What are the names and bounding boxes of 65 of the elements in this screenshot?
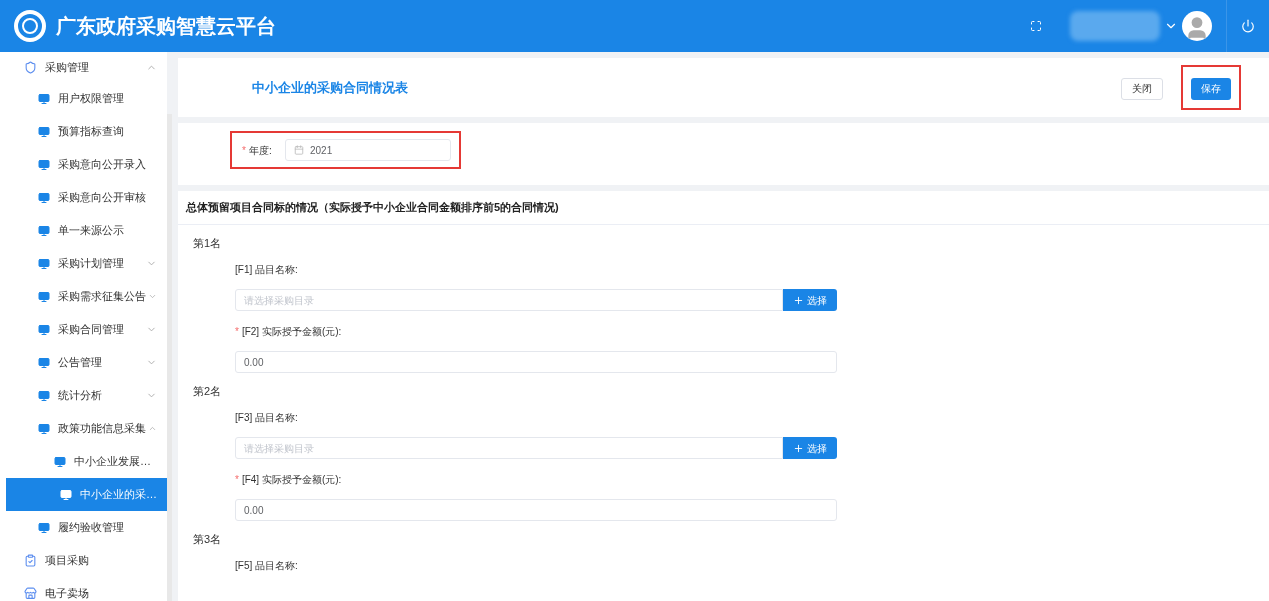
close-button[interactable]: 关闭 [1121, 77, 1163, 100]
sidebar-item[interactable]: 单一来源公示 [0, 214, 167, 247]
monitor-icon [38, 257, 50, 270]
save-button[interactable]: 保存 [1191, 77, 1231, 100]
field-label-text: [F4] 实际授予金额(元): [241, 474, 342, 485]
amount-field[interactable]: 0.00 [235, 499, 837, 521]
monitor-icon [38, 521, 50, 534]
app-title: 广东政府采购智慧云平台 [56, 14, 276, 39]
avatar[interactable] [1182, 11, 1212, 41]
select-button[interactable]: 选择 [783, 437, 837, 459]
page-title: 中小企业的采购合同情况表 [252, 78, 409, 97]
monitor-icon [60, 488, 72, 501]
required-mark: * [235, 474, 239, 485]
year-label: 年度: [248, 144, 272, 156]
section-title: 总体预留项目合同标的情况（实际授予中小企业合同金额排序前5的合同情况) [178, 191, 1269, 225]
sidebar-item[interactable]: 采购合同管理 [0, 313, 167, 346]
monitor-icon [38, 224, 50, 237]
power-icon[interactable] [1241, 19, 1255, 33]
scrollbar[interactable] [167, 114, 172, 601]
sidebar-item[interactable]: 中小企业发展… [0, 445, 167, 478]
rank-title: 第1名 [193, 236, 223, 251]
rank-title: 第2名 [193, 384, 223, 399]
sidebar-item[interactable]: 履约验收管理 [0, 511, 167, 544]
sidebar-item[interactable]: 采购管理 [0, 52, 167, 82]
year-value: 2021 [310, 143, 333, 158]
plus-icon [793, 442, 804, 454]
shield-icon [24, 60, 37, 74]
sidebar-item[interactable]: 用户权限管理 [0, 82, 167, 115]
required-mark: * [242, 144, 246, 156]
monitor-icon [38, 92, 50, 105]
sidebar-item[interactable]: 电子卖场 [0, 577, 167, 601]
amount-field[interactable]: 0.00 [235, 351, 837, 373]
monitor-icon [38, 389, 50, 402]
logo-icon [14, 10, 46, 42]
year-picker[interactable]: 2021 [285, 139, 451, 161]
store-icon [24, 587, 37, 600]
monitor-icon [38, 290, 50, 303]
monitor-icon [38, 191, 50, 204]
field-label-text: [F3] 品目名称: [235, 412, 298, 423]
field-label-text: [F1] 品目名称: [235, 264, 298, 275]
monitor-icon [38, 356, 50, 369]
sidebar-item[interactable]: 采购意向公开审核 [0, 181, 167, 214]
fullscreen-icon[interactable] [1030, 20, 1042, 32]
plus-icon [793, 294, 804, 306]
sidebar-item[interactable]: 采购意向公开录入 [0, 148, 167, 181]
sidebar-item[interactable]: 采购需求征集公告 [0, 280, 167, 313]
monitor-icon [38, 323, 50, 336]
sidebar-item[interactable]: 公告管理 [0, 346, 167, 379]
sidebar-item[interactable]: 采购计划管理 [0, 247, 167, 280]
sidebar-item[interactable]: 统计分析 [0, 379, 167, 412]
calendar-icon [294, 145, 304, 155]
field-label-text: [F2] 实际授予金额(元): [241, 326, 342, 337]
monitor-icon [38, 158, 50, 171]
rank-title: 第3名 [193, 532, 223, 547]
sidebar-item[interactable]: 政策功能信息采集 [0, 412, 167, 445]
required-mark: * [235, 326, 239, 337]
clipboard-icon [24, 554, 37, 567]
monitor-icon [38, 422, 50, 435]
monitor-icon [54, 455, 66, 468]
sidebar-item[interactable]: 项目采购 [0, 544, 167, 577]
field-label-text: [F5] 品目名称: [235, 560, 298, 571]
sidebar-item[interactable]: 中小企业的采… [6, 478, 167, 511]
monitor-icon [38, 125, 50, 138]
sidebar-item[interactable]: 预算指标查询 [0, 115, 167, 148]
select-button[interactable]: 选择 [783, 289, 837, 311]
